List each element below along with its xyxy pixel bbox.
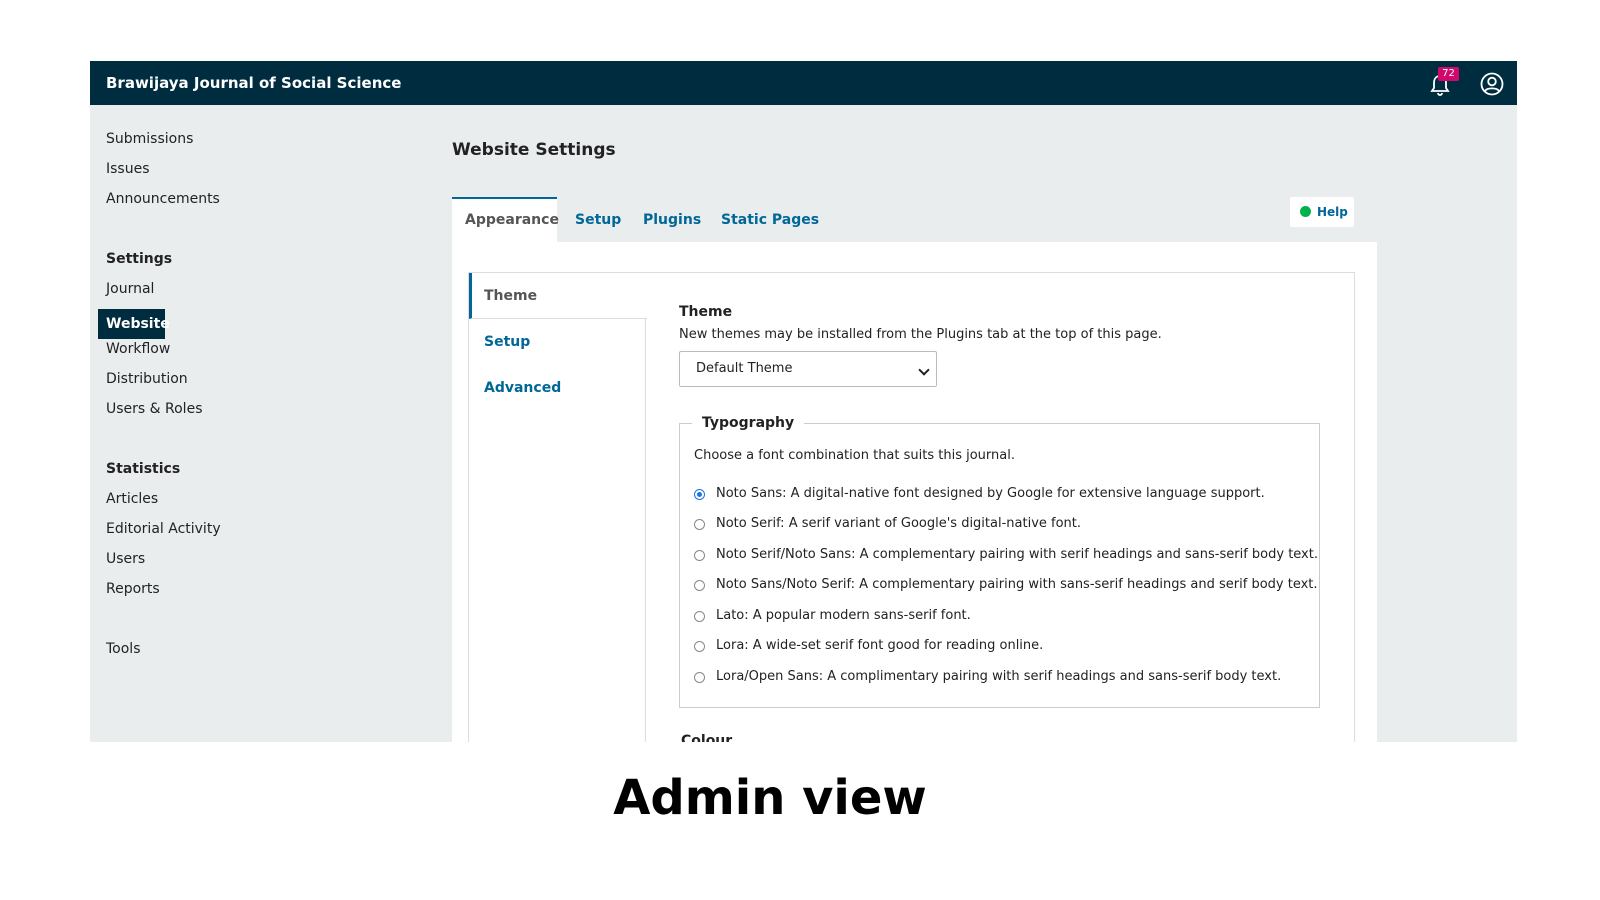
radio-unselected[interactable] (694, 580, 705, 591)
sidebar-heading-statistics[interactable]: Statistics (106, 461, 180, 477)
typography-legend: Typography (692, 415, 805, 431)
help-label: Help (1317, 205, 1348, 219)
radio-unselected[interactable] (694, 611, 705, 622)
radio-unselected[interactable] (694, 641, 705, 652)
settings-panel: Theme Setup Advanced Theme New themes ma… (452, 242, 1377, 742)
radio-unselected[interactable] (694, 550, 705, 561)
sidebar-item-articles[interactable]: Articles (106, 491, 158, 507)
colour-label: Colour (681, 733, 733, 742)
sidebar-item-issues[interactable]: Issues (106, 161, 150, 177)
sidebar-item-users[interactable]: Users (106, 551, 145, 567)
sidebar-item-editorial-activity[interactable]: Editorial Activity (106, 521, 221, 537)
help-info-icon (1300, 206, 1311, 217)
subtab-theme[interactable]: Theme (469, 273, 647, 319)
tab-appearance[interactable]: Appearance (452, 197, 559, 243)
caption-admin-view: Admin view (613, 770, 927, 826)
theme-select[interactable]: Default Theme (679, 351, 937, 387)
radio-selected[interactable] (694, 489, 705, 500)
tab-plugins[interactable]: Plugins (630, 197, 714, 243)
sidebar-item-submissions[interactable]: Submissions (106, 131, 193, 147)
radio-unselected[interactable] (694, 519, 705, 530)
user-account-icon[interactable] (1480, 72, 1504, 96)
subtab-advanced[interactable]: Advanced (469, 365, 646, 411)
theme-description: New themes may be installed from the Plu… (679, 327, 1162, 342)
sidebar-item-users-roles[interactable]: Users & Roles (106, 401, 202, 417)
sidebar-item-workflow[interactable]: Workflow (106, 341, 170, 357)
sidebar-item-website[interactable]: Website (98, 309, 170, 339)
appearance-form: Theme Setup Advanced Theme New themes ma… (468, 272, 1355, 742)
typography-fieldset: Typography Choose a font combination tha… (679, 415, 1320, 708)
sidebar-item-journal[interactable]: Journal (106, 281, 154, 297)
typography-description: Choose a font combination that suits thi… (694, 448, 1015, 463)
page-title: Website Settings (452, 140, 616, 160)
notification-count-badge: 72 (1438, 67, 1459, 81)
sidebar-item-reports[interactable]: Reports (106, 581, 160, 597)
theme-select-value: Default Theme (696, 361, 793, 376)
theme-label: Theme (679, 304, 733, 320)
sidebar-item-announcements[interactable]: Announcements (106, 191, 220, 207)
sidebar-heading-settings[interactable]: Settings (106, 251, 172, 267)
top-bar: Brawijaya Journal of Social Science 72 (90, 61, 1517, 105)
tab-static-pages[interactable]: Static Pages (708, 197, 832, 243)
tab-setup[interactable]: Setup (562, 197, 634, 243)
help-button[interactable]: Help (1290, 197, 1354, 227)
sidebar-item-tools[interactable]: Tools (106, 641, 141, 657)
journal-title[interactable]: Brawijaya Journal of Social Science (106, 74, 401, 92)
chevron-down-icon (918, 364, 930, 376)
radio-unselected[interactable] (694, 672, 705, 683)
app-window: Brawijaya Journal of Social Science 72 S… (90, 61, 1517, 742)
subtab-setup[interactable]: Setup (469, 319, 646, 365)
sidebar-item-distribution[interactable]: Distribution (106, 371, 188, 387)
